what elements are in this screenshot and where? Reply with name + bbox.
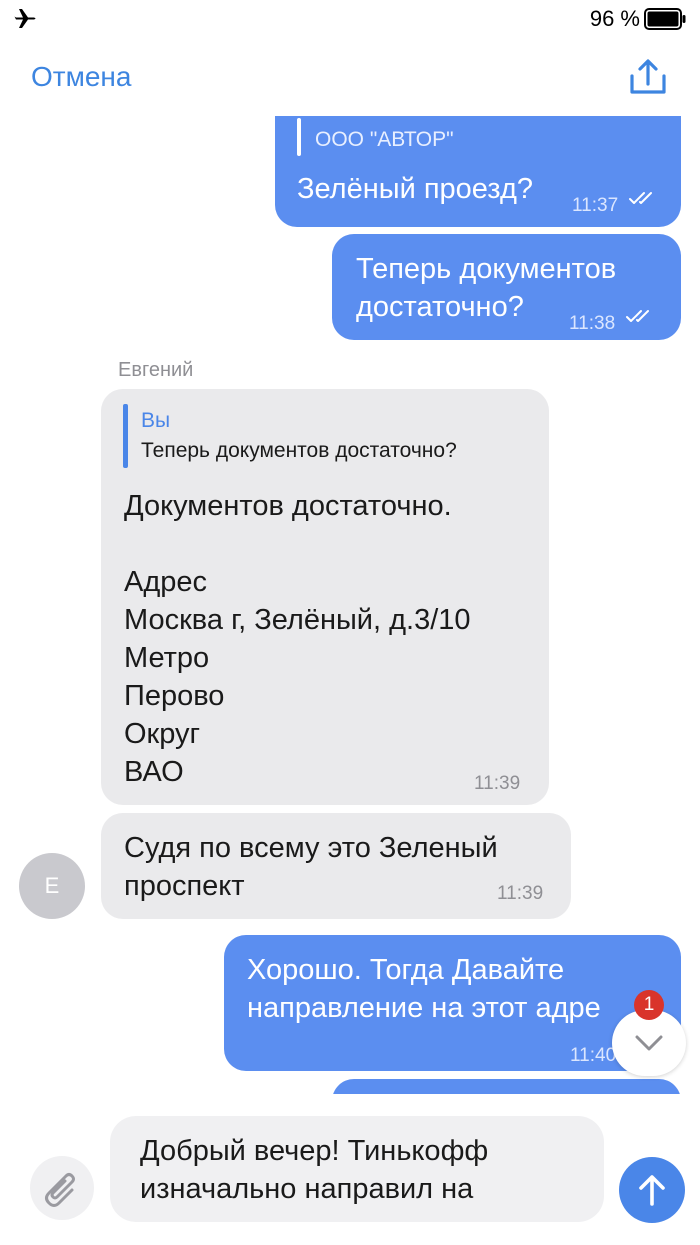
message-time: 11:37 — [572, 195, 619, 216]
quoted-author: Вы — [141, 409, 171, 432]
message-text-line: проспект — [124, 870, 245, 902]
message-time: 11:40 — [570, 1045, 617, 1066]
message-text-line: направление на этот адре — [247, 992, 601, 1024]
message-text-line: Адрес — [124, 566, 208, 598]
read-checkmarks-icon — [629, 192, 652, 204]
nav-bar: Отмена — [0, 40, 700, 116]
message-text-line: Москва г, Зелёный, д.3/10 — [124, 604, 471, 636]
attach-button[interactable] — [30, 1156, 94, 1220]
share-icon[interactable] — [628, 58, 668, 96]
message-text-line: Документов достаточно. — [124, 490, 452, 522]
message-time: 11:38 — [569, 313, 616, 334]
battery-percentage: 96 % — [589, 6, 640, 31]
message-text-line: ВАО — [124, 756, 184, 788]
cancel-button[interactable]: Отмена — [31, 61, 131, 93]
message-time: 11:39 — [497, 883, 544, 904]
chat-screen: 96 % Отмена ООО "АВТОР" Зелёный проезд? … — [0, 0, 700, 1245]
message-text: Зелёный проезд? — [297, 173, 534, 205]
input-bar: Добрый вечер! Тинькофф изначально направ… — [0, 1094, 700, 1245]
quote-bar — [123, 404, 128, 468]
message-bubble-outgoing[interactable]: Теперь документов достаточно? 11:38 — [332, 234, 681, 340]
message-text-line: Округ — [124, 718, 201, 750]
input-text-line: изначально направил на — [140, 1173, 474, 1205]
message-bubble-incoming[interactable]: Судя по всему это Зеленый проспект 11:39 — [101, 813, 571, 919]
message-bubble-outgoing[interactable] — [332, 1079, 681, 1094]
paperclip-icon — [45, 1173, 75, 1207]
message-bubble-incoming[interactable]: Вы Теперь документов достаточно? Докумен… — [101, 389, 549, 805]
read-checkmarks-icon — [626, 310, 649, 322]
message-text-line: Судя по всему это Зеленый — [124, 832, 498, 864]
send-button[interactable] — [619, 1157, 685, 1223]
message-text-line: Хорошо. Тогда Давайте — [247, 954, 565, 986]
message-list[interactable]: ООО "АВТОР" Зелёный проезд? 11:37 Теперь… — [0, 116, 700, 1094]
message-bubble-outgoing[interactable]: ООО "АВТОР" Зелёный проезд? 11:37 — [275, 116, 681, 227]
sender-name: Евгений — [118, 359, 194, 381]
battery-icon — [644, 8, 686, 30]
quote-bar — [297, 118, 301, 156]
message-time: 11:39 — [474, 773, 521, 794]
airplane-mode-icon — [14, 9, 36, 28]
quoted-text: Теперь документов достаточно? — [141, 439, 457, 462]
unread-badge: 1 — [634, 990, 664, 1020]
input-text-line: Добрый вечер! Тинькофф — [140, 1135, 489, 1167]
message-text-line: Перово — [124, 680, 225, 712]
arrow-up-icon — [639, 1175, 665, 1206]
avatar[interactable]: Е — [19, 853, 85, 919]
status-bar: 96 % — [0, 0, 700, 40]
message-text-line: Метро — [124, 642, 210, 674]
message-text-line: достаточно? — [356, 291, 524, 323]
message-input[interactable]: Добрый вечер! Тинькофф изначально направ… — [110, 1116, 604, 1222]
quoted-text: ООО "АВТОР" — [315, 128, 454, 151]
message-text-line: Теперь документов — [356, 253, 617, 285]
